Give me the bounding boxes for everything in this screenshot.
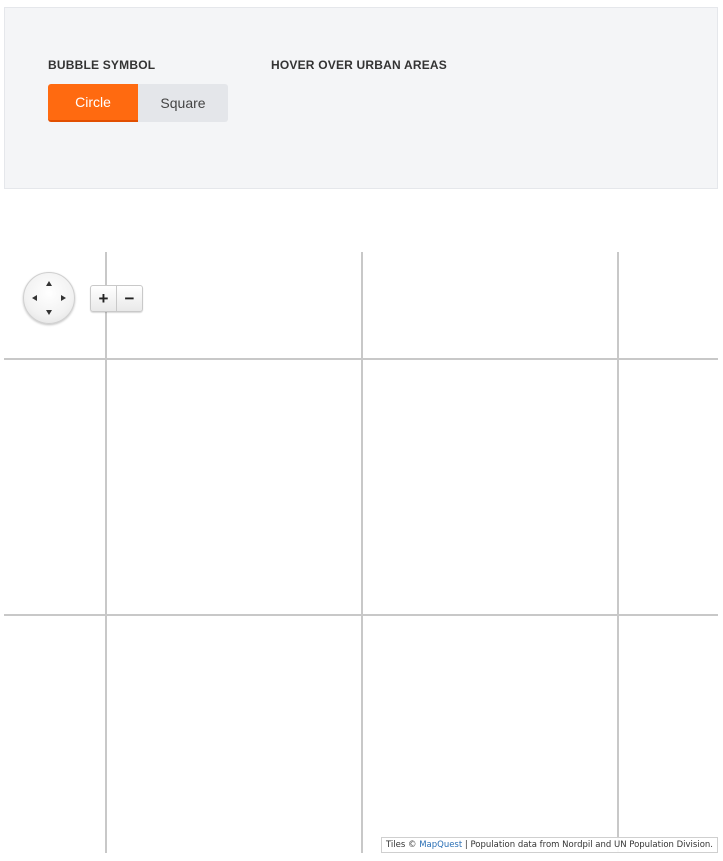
- pan-control[interactable]: [23, 272, 75, 324]
- circle-button[interactable]: Circle: [48, 84, 138, 122]
- hover-info-label: HOVER OVER URBAN AREAS: [271, 58, 447, 72]
- tile-gridline: [4, 614, 718, 616]
- bubble-symbol-group: BUBBLE SYMBOL: [48, 58, 155, 72]
- bubble-symbol-toggle: Circle Square: [48, 84, 228, 122]
- tile-gridline: [617, 252, 619, 853]
- zoom-control: + −: [90, 285, 143, 312]
- pan-down-icon[interactable]: [46, 310, 52, 315]
- tile-gridline: [105, 252, 107, 853]
- controls-panel: BUBBLE SYMBOL Circle Square HOVER OVER U…: [4, 7, 718, 189]
- map-viewport[interactable]: + − Tiles © MapQuest | Population data f…: [4, 252, 718, 853]
- attribution-suffix: | Population data from Nordpil and UN Po…: [462, 840, 713, 850]
- tile-gridline: [4, 358, 718, 360]
- zoom-in-button[interactable]: +: [91, 286, 116, 311]
- page: BUBBLE SYMBOL Circle Square HOVER OVER U…: [0, 0, 723, 861]
- map-attribution: Tiles © MapQuest | Population data from …: [380, 837, 718, 853]
- pan-left-icon[interactable]: [32, 295, 37, 301]
- pan-up-icon[interactable]: [46, 281, 52, 286]
- zoom-out-button[interactable]: −: [116, 286, 142, 311]
- hover-info-group: HOVER OVER URBAN AREAS: [271, 58, 447, 72]
- tile-gridline: [361, 252, 363, 853]
- bubble-symbol-label: BUBBLE SYMBOL: [48, 58, 156, 72]
- square-button[interactable]: Square: [138, 84, 228, 122]
- pan-right-icon[interactable]: [61, 295, 66, 301]
- attribution-prefix: Tiles ©: [385, 840, 420, 850]
- mapquest-link[interactable]: MapQuest: [419, 840, 462, 850]
